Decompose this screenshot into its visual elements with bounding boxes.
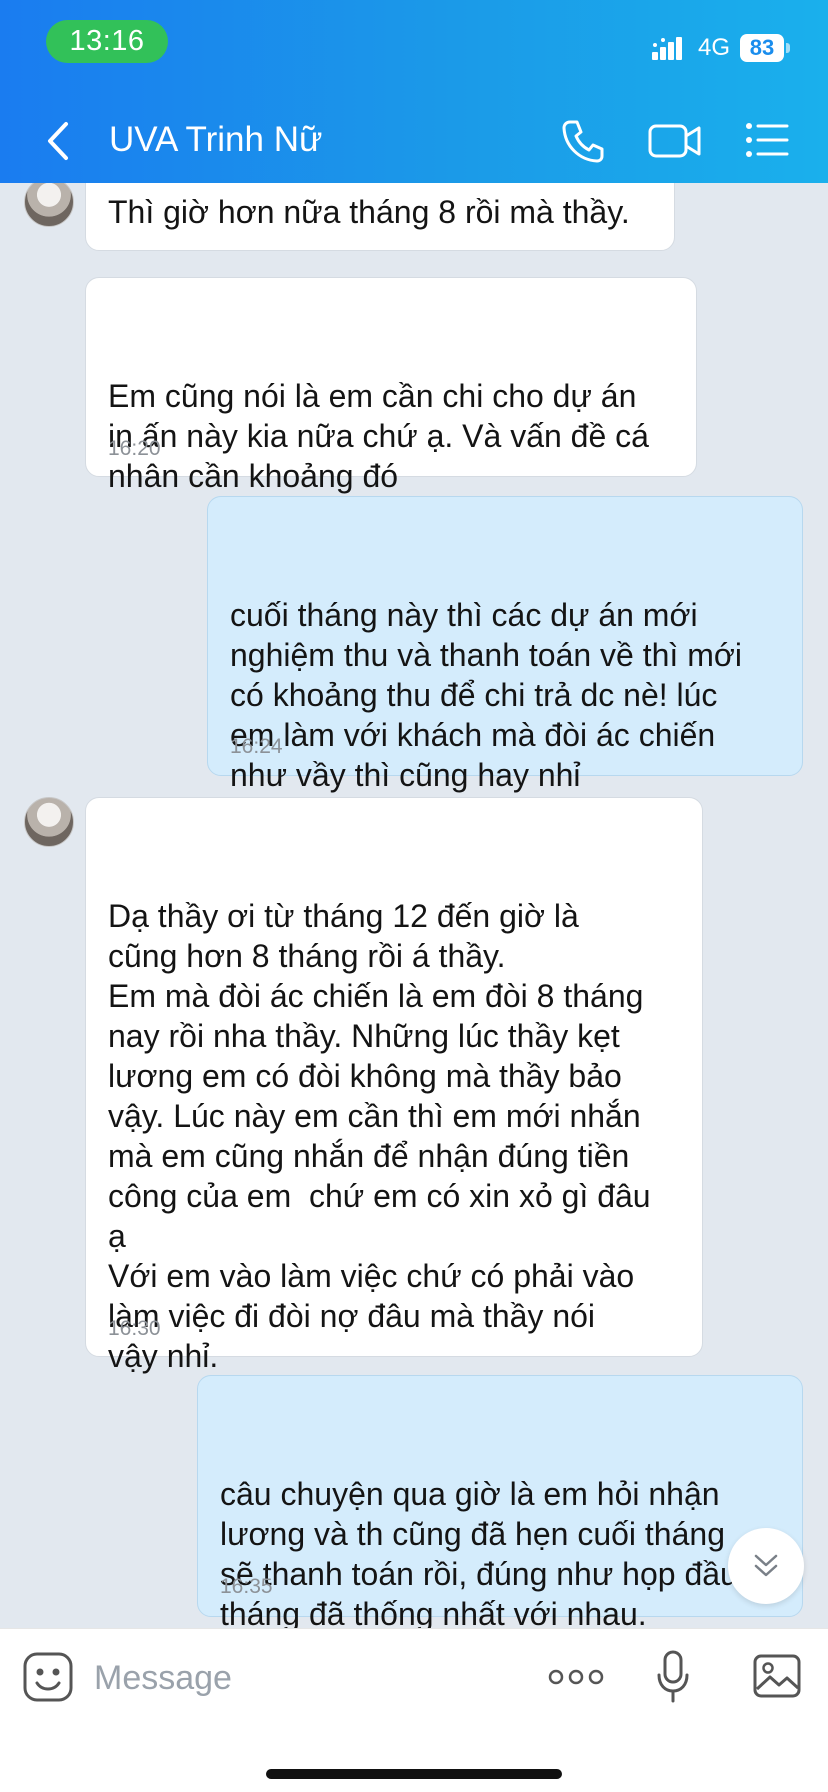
contact-avatar[interactable] <box>24 183 74 227</box>
message-text: cuối tháng này thì các dự án mới nghiệm … <box>230 597 742 793</box>
contact-avatar[interactable] <box>24 797 74 847</box>
message-timestamp: 16:30 <box>108 1317 161 1340</box>
message-bubble-incoming[interactable]: Em cũng nói là em cần chi cho dự án in ấ… <box>85 277 697 494</box>
message-bubble-incoming[interactable]: Dạ thầy ơi từ tháng 12 đến giờ là cũng h… <box>85 797 703 1374</box>
chat-header: 13:16 4G 83 UVA Trinh Nữ <box>0 0 828 183</box>
image-gallery-icon[interactable] <box>752 1653 802 1699</box>
message-bubble-incoming[interactable]: Thì giờ hơn nữa tháng 8 rồi mà thầy. <box>85 183 675 251</box>
status-time: 13:16 <box>46 20 168 63</box>
message-text: câu chuyện qua giờ là em hỏi nhận lương … <box>220 1476 738 1628</box>
double-chevron-down-icon <box>754 1554 778 1577</box>
sticker-emoji-icon[interactable] <box>22 1651 74 1703</box>
message-timestamp: 16:20 <box>108 437 161 460</box>
menu-list-icon[interactable] <box>745 120 789 160</box>
network-type: 4G <box>698 34 731 61</box>
message-bubble-outgoing[interactable]: câu chuyện qua giờ là em hỏi nhận lương … <box>197 1375 803 1628</box>
message-bubble-outgoing[interactable]: cuối tháng này thì các dự án mới nghiệm … <box>207 496 803 793</box>
phone-call-icon[interactable] <box>560 118 606 164</box>
signal-icon <box>652 37 682 60</box>
message-timestamp: 16:24 <box>230 735 283 758</box>
message-list[interactable]: Thì giờ hơn nữa tháng 8 rồi mà thầy. Em … <box>0 183 828 1628</box>
battery-tip <box>786 43 790 53</box>
message-input[interactable] <box>94 1653 514 1703</box>
more-options-icon[interactable] <box>548 1665 604 1689</box>
microphone-icon[interactable] <box>656 1649 690 1705</box>
home-indicator[interactable] <box>266 1769 562 1779</box>
message-text: Dạ thầy ơi từ tháng 12 đến giờ là cũng h… <box>108 898 651 1374</box>
scroll-to-bottom-button[interactable] <box>728 1528 804 1604</box>
message-text: Em cũng nói là em cần chi cho dự án in ấ… <box>108 378 649 494</box>
chat-title[interactable]: UVA Trinh Nữ <box>109 120 322 160</box>
message-timestamp: 16:35 <box>220 1575 273 1598</box>
back-button[interactable] <box>40 118 76 164</box>
battery-indicator: 83 <box>740 34 784 62</box>
video-call-icon[interactable] <box>648 120 702 162</box>
message-composer <box>0 1628 828 1792</box>
